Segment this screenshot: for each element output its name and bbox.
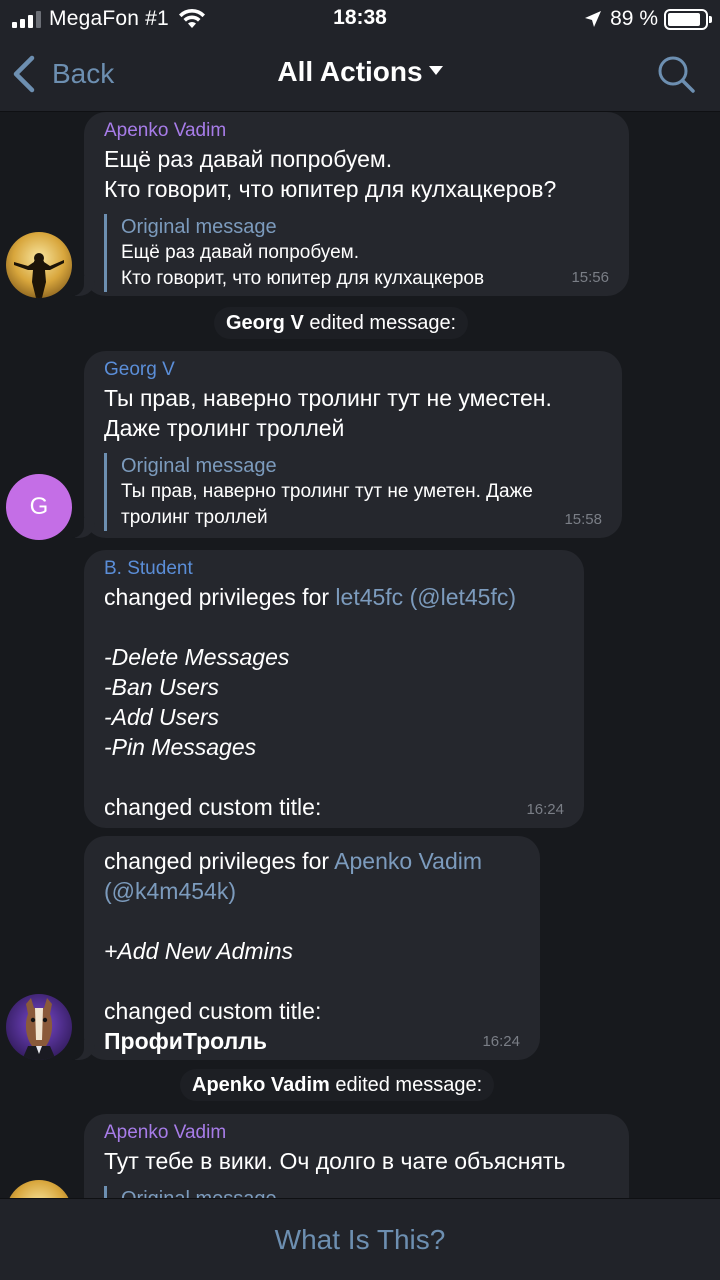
avatar-apenko-vadim[interactable]: [6, 232, 72, 298]
message-text: Тут тебе в вики. Оч долго в чате объясня…: [104, 1148, 566, 1174]
message-time: 16:24: [482, 1033, 520, 1050]
username-link[interactable]: @k4m454k: [112, 878, 229, 904]
message-text-line: Ещё раз давай попробуем.: [104, 146, 393, 172]
service-actor[interactable]: Georg V: [226, 312, 304, 334]
original-message-title: Original message: [121, 1186, 609, 1198]
what-is-this-button[interactable]: What Is This?: [0, 1199, 720, 1280]
message-bubble[interactable]: changed privileges for Apenko Vadim (@k4…: [64, 836, 540, 1060]
message-text: changed privileges for Apenko Vadim (@k4…: [104, 846, 520, 1056]
username-link[interactable]: @let45fc: [417, 584, 508, 610]
message-text: changed privileges for let45fc (@let45fc…: [104, 582, 564, 822]
service-actor[interactable]: Apenko Vadim: [192, 1074, 330, 1096]
message-text-line: Ты прав, наверно тролинг тут не уместен.: [104, 385, 552, 411]
sender-name[interactable]: Apenko Vadim: [104, 1120, 609, 1146]
action-log-feed[interactable]: Apenko Vadim Ещё раз давай попробуем. Кт…: [0, 112, 720, 1198]
sender-name[interactable]: Apenko Vadim: [104, 118, 609, 144]
dropdown-caret-icon: [428, 66, 443, 76]
message-text: Ты прав, наверно тролинг тут не уместен.…: [104, 383, 602, 443]
original-message-line: Ты прав, наверно тролинг тут не уметен. …: [121, 481, 533, 502]
message-time: 15:56: [571, 269, 609, 286]
original-message-quote[interactable]: Original message: [104, 1186, 609, 1198]
original-message-line: Ещё раз давай попробуем.: [121, 242, 359, 263]
status-bar: MegaFon #1 18:38 89 %: [0, 0, 720, 38]
avatar-georg-v[interactable]: G: [6, 474, 72, 540]
avatar-photo-icon: [6, 232, 72, 298]
custom-title-label: changed custom title:: [104, 794, 322, 820]
message-time: 15:58: [564, 511, 602, 528]
nav-bar: Back All Actions: [0, 38, 720, 112]
status-right: 89 %: [584, 6, 712, 32]
bottom-bar: What Is This?: [0, 1198, 720, 1280]
message-text-line: Даже тролинг троллей: [104, 415, 345, 441]
battery-percent: 89 %: [610, 7, 658, 30]
filter-title-dropdown[interactable]: All Actions: [0, 56, 720, 88]
username-line: (@k4m454k): [104, 878, 237, 904]
avatar-b-student[interactable]: [6, 994, 72, 1060]
service-text: edited message:: [309, 312, 457, 334]
privilege-item: +Add New Admins: [104, 938, 293, 964]
privileges-intro: changed privileges for let45fc (@let45fc…: [104, 584, 517, 610]
avatar-apenko-vadim[interactable]: [6, 1180, 72, 1198]
page-title: All Actions: [277, 56, 423, 87]
custom-title-value: ПрофиТролль: [104, 1028, 267, 1054]
message-text: Ещё раз давай попробуем. Кто говорит, чт…: [104, 144, 609, 204]
privilege-item: -Delete Messages: [104, 644, 290, 670]
message-bubble[interactable]: Apenko Vadim Тут тебе в вики. Оч долго в…: [84, 1114, 629, 1198]
original-message-quote[interactable]: Original message Ты прав, наверно тролин…: [104, 453, 602, 531]
location-icon: [585, 11, 602, 27]
message-bubble[interactable]: Apenko Vadim Ещё раз давай попробуем. Кт…: [64, 112, 629, 296]
original-message-title: Original message: [121, 216, 277, 238]
user-link[interactable]: let45fc: [335, 584, 403, 610]
original-message-line: тролинг троллей: [121, 507, 268, 528]
search-icon[interactable]: [656, 54, 696, 94]
sender-name[interactable]: B. Student: [104, 556, 564, 582]
service-text: edited message:: [335, 1074, 483, 1096]
user-link[interactable]: Apenko Vadim: [334, 848, 482, 874]
battery-icon: [664, 8, 712, 30]
original-message-line: Кто говорит, что юпитер для кулхацкеров: [121, 268, 485, 289]
message-bubble[interactable]: Georg V Ты прав, наверно тролинг тут не …: [64, 351, 622, 538]
battery-level-fill: [668, 12, 701, 26]
intro-text: changed privileges for: [104, 848, 335, 874]
service-message: Apenko Vadim edited message:: [180, 1069, 495, 1101]
avatar-horse-icon: [6, 994, 72, 1060]
privilege-item: -Add Users: [104, 704, 220, 730]
custom-title-label: changed custom title:: [104, 998, 322, 1024]
service-message: Georg V edited message:: [214, 307, 469, 339]
privileges-intro: changed privileges for Apenko Vadim: [104, 846, 520, 876]
message-time: 16:24: [526, 801, 564, 818]
sender-name[interactable]: Georg V: [104, 357, 602, 383]
original-message-quote[interactable]: Original message Ещё раз давай попробуем…: [104, 214, 609, 292]
privilege-item: -Pin Messages: [104, 734, 257, 760]
privilege-item: -Ban Users: [104, 674, 220, 700]
avatar-photo-icon: [6, 1180, 72, 1198]
original-message-title: Original message: [121, 455, 277, 477]
intro-text: changed privileges for: [104, 584, 336, 610]
message-text-line: Кто говорит, что юпитер для кулхацкеров?: [104, 176, 557, 202]
message-bubble[interactable]: B. Student changed privileges for let45f…: [84, 550, 584, 828]
